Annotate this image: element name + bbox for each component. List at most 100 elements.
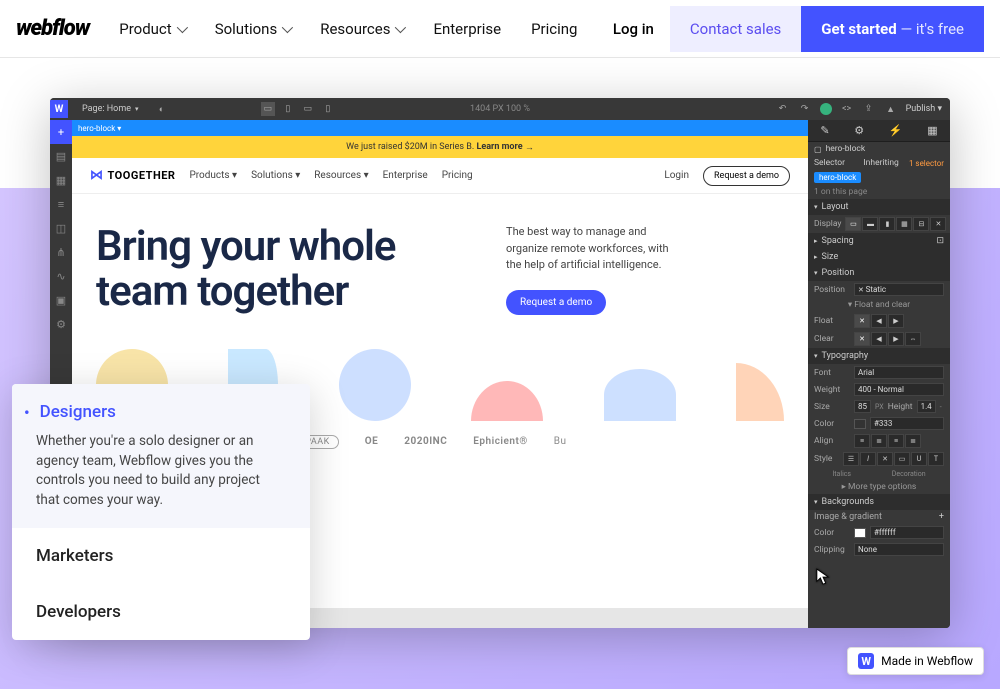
- weight-select[interactable]: 400 - Normal: [854, 383, 944, 396]
- site-login[interactable]: Login: [664, 170, 689, 181]
- color-swatch[interactable]: [854, 419, 866, 429]
- site-nav-resources[interactable]: Resources ▾: [314, 170, 368, 181]
- section-spacing[interactable]: ▸Spacing⊡: [808, 233, 950, 249]
- nav-enterprise[interactable]: Enterprise: [433, 20, 501, 38]
- page-selector[interactable]: Page: Home▾: [74, 104, 147, 114]
- style-tab-icon[interactable]: ✎: [820, 124, 829, 137]
- logo-item: 2020INC: [404, 436, 447, 447]
- request-demo-button[interactable]: Request a demo: [703, 166, 790, 186]
- navigator-icon[interactable]: ▦: [50, 168, 72, 192]
- section-backgrounds[interactable]: ▾Backgrounds: [808, 494, 950, 510]
- pages-icon[interactable]: ▤: [50, 144, 72, 168]
- hero-cta-button[interactable]: Request a demo: [506, 290, 606, 315]
- inheriting-count[interactable]: 1 selector: [909, 159, 944, 168]
- webflow-logo[interactable]: webflow: [16, 16, 89, 41]
- settings-icon[interactable]: ⊡: [936, 236, 944, 246]
- logo-item: Bu: [554, 436, 567, 447]
- assets-icon[interactable]: ▣: [50, 288, 72, 312]
- element-tab-icon[interactable]: ▦: [927, 124, 937, 137]
- site-nav-pricing[interactable]: Pricing: [442, 170, 473, 181]
- shape-arch-blue: [604, 369, 676, 421]
- font-size-input[interactable]: 85: [854, 400, 871, 413]
- site-navigation: ⋈TOOGETHER Products ▾ Solutions ▾ Resour…: [72, 158, 808, 194]
- ecommerce-icon[interactable]: ◫: [50, 216, 72, 240]
- tab-developers[interactable]: Developers: [12, 584, 310, 640]
- float-clear-toggle[interactable]: ▾ Float and clear: [848, 300, 910, 310]
- shape-arch-pink: [471, 381, 543, 421]
- nav-solutions[interactable]: Solutions: [215, 20, 291, 38]
- device-mobile-landscape-icon[interactable]: ▭: [301, 102, 315, 116]
- nav-pricing[interactable]: Pricing: [531, 20, 577, 38]
- add-element-icon[interactable]: +: [50, 120, 72, 144]
- position-value[interactable]: ✕ Static: [854, 283, 944, 296]
- font-select[interactable]: Arial: [854, 366, 944, 379]
- export-icon[interactable]: ⇪: [862, 102, 876, 116]
- cms-icon[interactable]: ≡: [50, 192, 72, 216]
- chevron-down-icon: ▾: [135, 105, 139, 113]
- chevron-down-icon: [395, 21, 406, 32]
- shape-circle-blue: [339, 349, 411, 421]
- selected-element-tag[interactable]: hero-block ▾: [72, 122, 127, 135]
- line-height-input[interactable]: 1.4: [917, 400, 936, 413]
- preview-icon[interactable]: ◐: [155, 102, 169, 116]
- clear-buttons[interactable]: ✕◀▶⇔: [854, 332, 921, 346]
- top-navigation: webflow Product Solutions Resources Ente…: [0, 0, 1000, 58]
- style-buttons[interactable]: ☰I✕▭UT: [843, 452, 944, 466]
- login-button[interactable]: Log in: [597, 6, 670, 52]
- announcement-link[interactable]: Learn more: [477, 142, 523, 152]
- clipping-select[interactable]: None: [854, 543, 944, 556]
- webflow-icon[interactable]: W: [50, 100, 68, 118]
- site-nav-products[interactable]: Products ▾: [189, 170, 237, 181]
- device-tablet-icon[interactable]: ▯: [281, 102, 295, 116]
- user-icon[interactable]: ▲: [884, 102, 898, 116]
- logic-icon[interactable]: ∿: [50, 264, 72, 288]
- undo-icon[interactable]: ↶: [776, 102, 790, 116]
- users-icon[interactable]: ⋔: [50, 240, 72, 264]
- shape-quarter-orange: [736, 363, 784, 421]
- announcement-bar[interactable]: We just raised $20M in Series B. Learn m…: [72, 136, 808, 158]
- selected-block-label: hero-block: [826, 144, 866, 154]
- color-input[interactable]: #333: [870, 417, 944, 430]
- nav-resources[interactable]: Resources: [320, 20, 403, 38]
- hero-subtext: The best way to manage and organize remo…: [506, 224, 686, 274]
- mouse-cursor-icon: [816, 568, 830, 586]
- tab-marketers[interactable]: Marketers: [12, 528, 310, 584]
- logo-item: Ephicient®: [473, 436, 527, 447]
- on-page-count: 1 on this page: [808, 185, 950, 199]
- audience-tabs-card: Designers Whether you're a solo designer…: [12, 384, 310, 640]
- chevron-down-icon: [282, 21, 293, 32]
- section-size[interactable]: ▸Size: [808, 249, 950, 265]
- section-layout[interactable]: ▾Layout: [808, 199, 950, 215]
- interactions-tab-icon[interactable]: ⚡: [889, 124, 903, 137]
- device-mobile-icon[interactable]: ▯: [321, 102, 335, 116]
- site-nav-solutions[interactable]: Solutions ▾: [251, 170, 300, 181]
- device-desktop-icon[interactable]: ▭: [261, 102, 275, 116]
- site-brand-logo[interactable]: ⋈TOOGETHER: [90, 168, 175, 183]
- display-buttons[interactable]: ▭▬▮▦⊟✕: [845, 217, 946, 231]
- site-nav-enterprise[interactable]: Enterprise: [383, 170, 428, 181]
- tab-designers[interactable]: Designers Whether you're a solo designer…: [12, 384, 310, 528]
- style-panel: ✎ ⚙ ⚡ ▦ ▢hero-block SelectorInheriting 1…: [808, 120, 950, 628]
- section-typography[interactable]: ▾Typography: [808, 348, 950, 364]
- bg-color-swatch[interactable]: [854, 528, 866, 538]
- settings-icon[interactable]: ⚙: [50, 312, 72, 336]
- made-in-webflow-badge[interactable]: W Made in Webflow: [847, 647, 984, 675]
- align-buttons[interactable]: ≡≣≡≣: [854, 434, 921, 448]
- more-type-options[interactable]: ▸ More type options: [842, 482, 917, 492]
- contact-sales-button[interactable]: Contact sales: [670, 6, 801, 52]
- chevron-down-icon: [176, 21, 187, 32]
- nav-product[interactable]: Product: [119, 20, 184, 38]
- section-position[interactable]: ▾Position: [808, 265, 950, 281]
- code-icon[interactable]: <>: [840, 102, 854, 116]
- settings-tab-icon[interactable]: ⚙: [854, 124, 864, 137]
- status-dot-icon: [820, 103, 832, 115]
- brand-mark-icon: ⋈: [90, 168, 104, 183]
- float-buttons[interactable]: ✕◀▶: [854, 314, 904, 328]
- add-bg-icon[interactable]: +: [939, 512, 944, 522]
- publish-button[interactable]: Publish ▾: [906, 104, 942, 114]
- get-started-button[interactable]: Get started — it's free: [801, 6, 984, 52]
- redo-icon[interactable]: ↷: [798, 102, 812, 116]
- selector-tag[interactable]: hero-block: [814, 172, 861, 183]
- bg-color-input[interactable]: #ffffff: [870, 526, 944, 539]
- arrow-right-icon: →: [525, 142, 534, 153]
